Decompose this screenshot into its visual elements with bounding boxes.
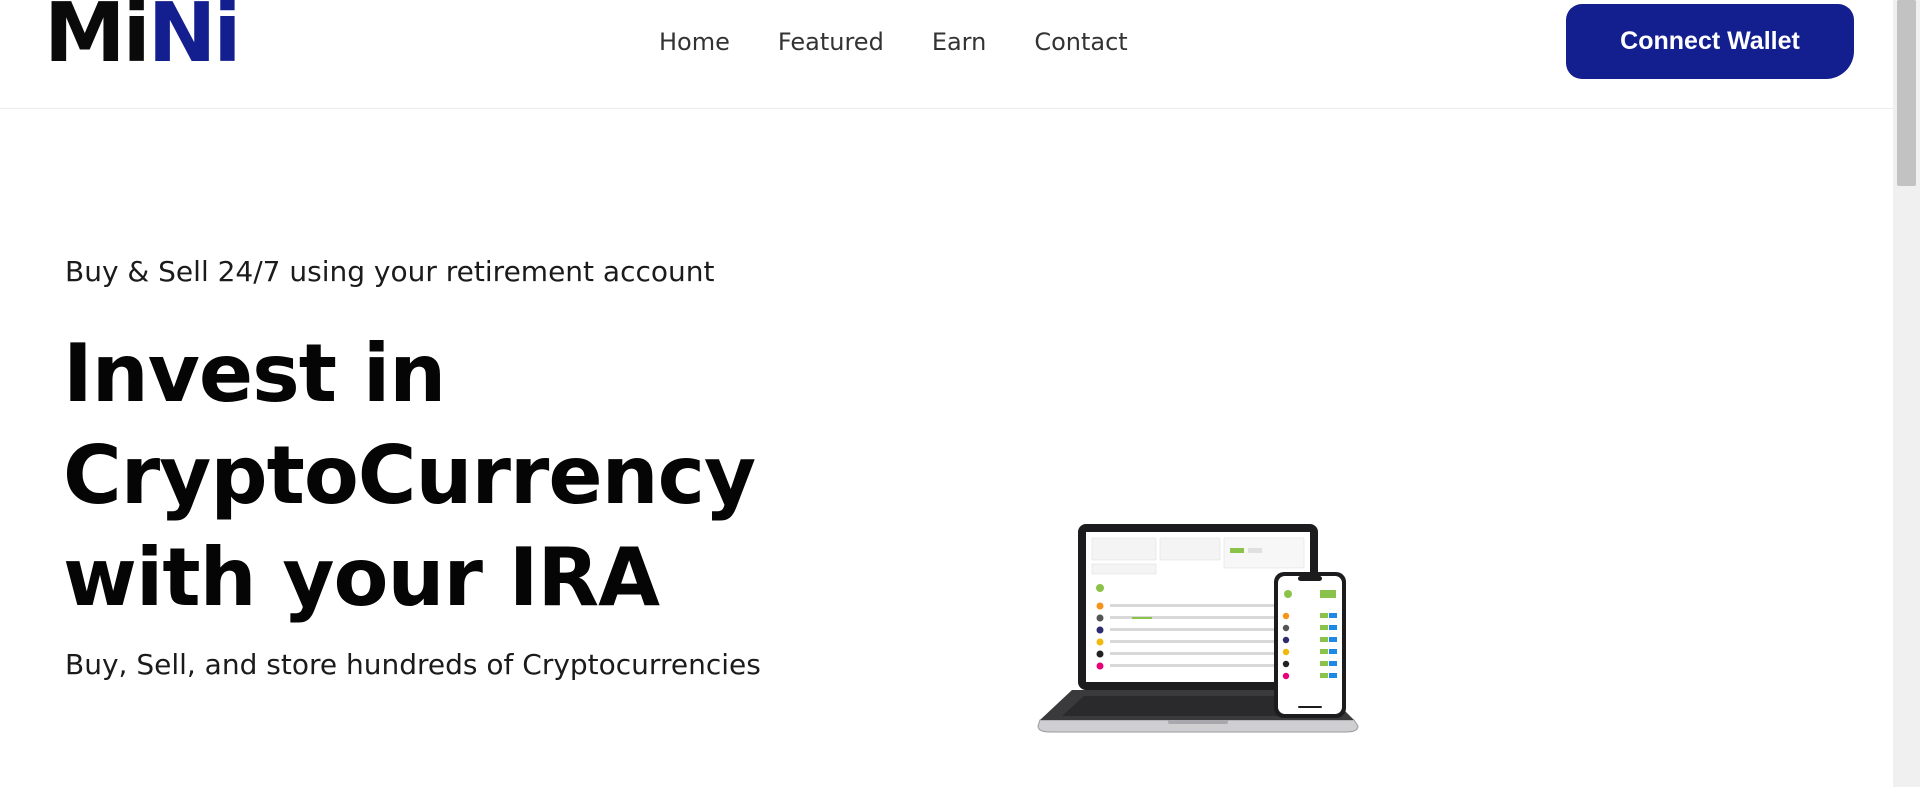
hero-subtitle: Buy & Sell 24/7 using your retirement ac…	[65, 255, 715, 288]
nav-featured-link[interactable]: Featured	[778, 24, 884, 60]
main-nav: Home Featured Earn Contact	[659, 24, 1176, 60]
site-header: MiNi Home Featured Earn Contact Connect …	[0, 0, 1893, 109]
nav-earn-link[interactable]: Earn	[932, 24, 987, 60]
scrollbar-thumb[interactable]	[1897, 0, 1916, 186]
connect-wallet-button[interactable]: Connect Wallet	[1566, 4, 1854, 79]
headline-line-3: with your IRA	[63, 531, 660, 624]
site-logo[interactable]: MiNi	[44, 0, 241, 75]
devices-illustration	[1037, 524, 1359, 733]
logo-part-mi: Mi	[44, 0, 151, 81]
nav-contact-link[interactable]: Contact	[1034, 24, 1127, 60]
hero-tagline: Buy, Sell, and store hundreds of Cryptoc…	[65, 648, 761, 681]
hero-headline: Invest in CryptoCurrency with your IRA	[63, 323, 756, 629]
headline-line-2: CryptoCurrency	[63, 429, 756, 522]
logo-part-ni: Ni	[147, 0, 242, 81]
headline-line-1: Invest in	[63, 327, 446, 420]
nav-home-link[interactable]: Home	[659, 24, 730, 60]
page-scrollbar[interactable]	[1893, 0, 1920, 787]
